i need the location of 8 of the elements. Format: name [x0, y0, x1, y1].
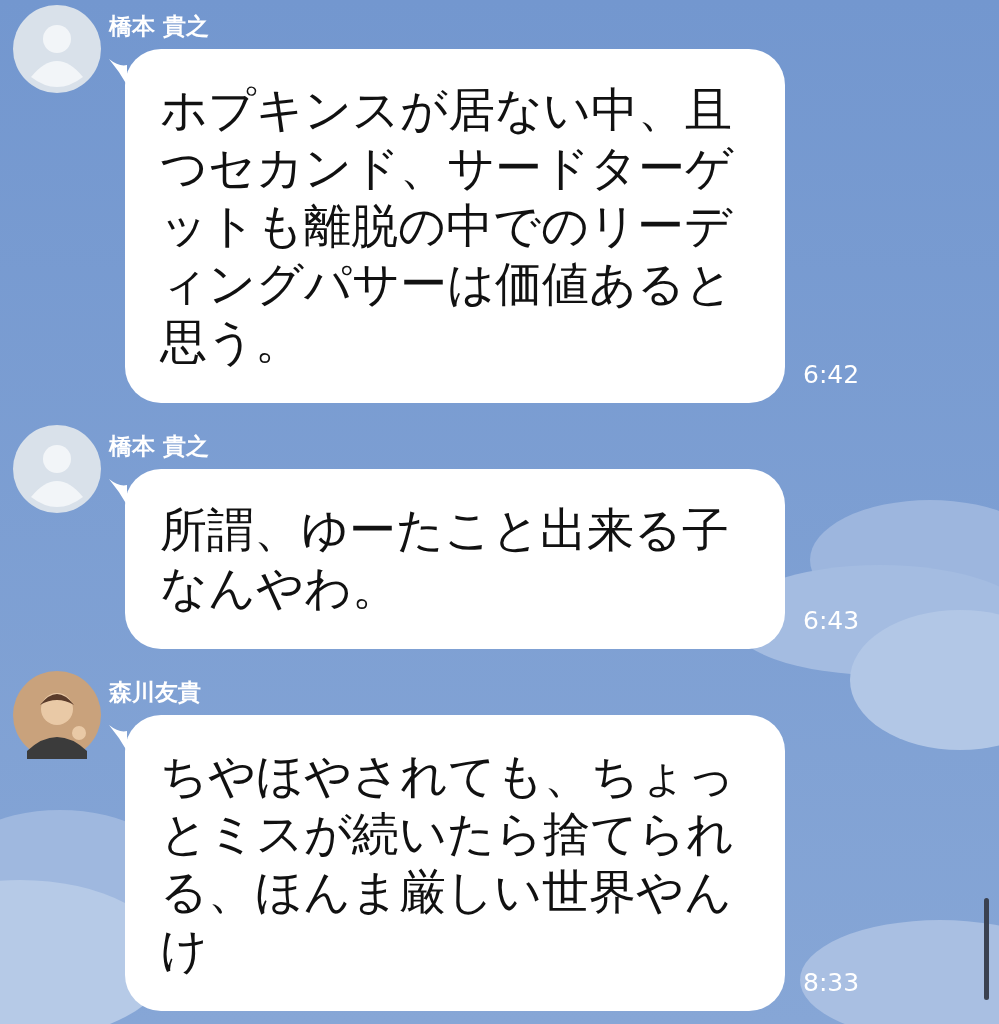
sender-name: 森川友貴: [109, 678, 201, 707]
timestamp: 6:42: [803, 360, 860, 391]
sender-name: 橋本 貴之: [109, 12, 209, 41]
avatar[interactable]: [13, 671, 101, 759]
timestamp: 6:43: [803, 606, 860, 637]
timestamp: 8:33: [803, 968, 860, 999]
scrollbar[interactable]: [984, 898, 989, 1000]
sender-name: 橋本 貴之: [109, 432, 209, 461]
